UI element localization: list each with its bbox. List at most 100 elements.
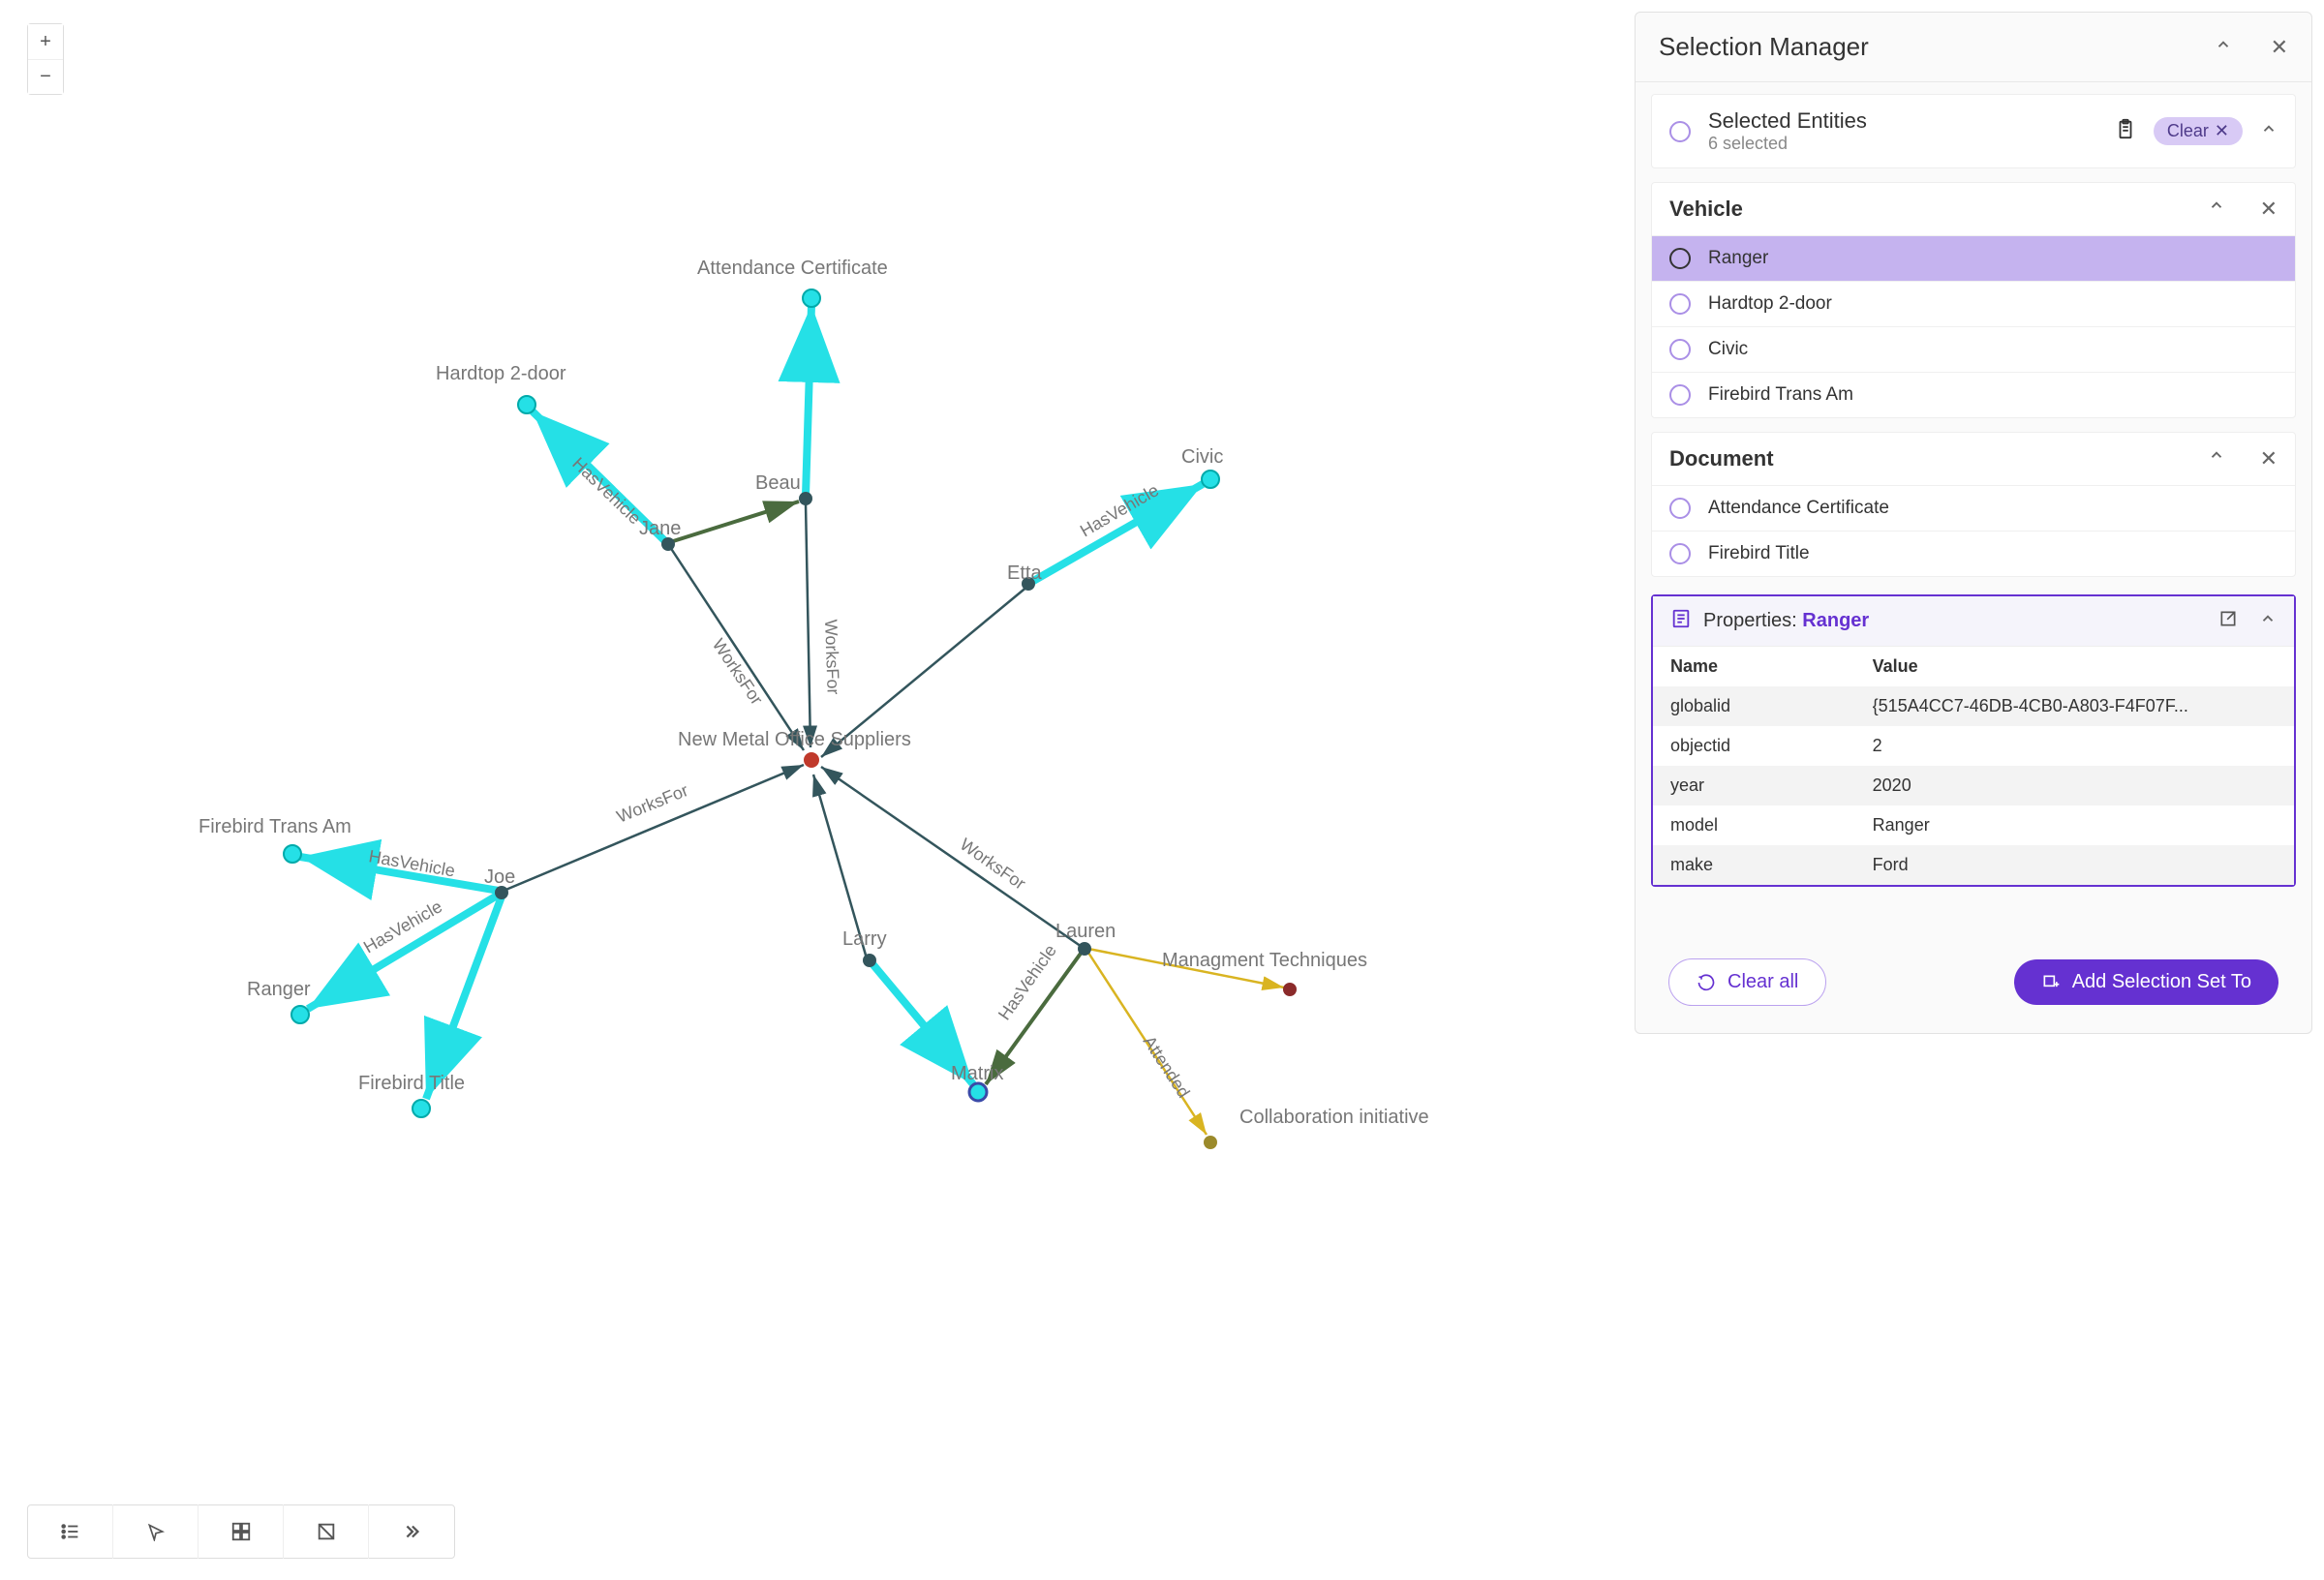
panel-header: Selection Manager ✕ <box>1636 13 2311 82</box>
clear-label: Clear <box>2167 121 2209 141</box>
properties-icon <box>1670 608 1692 634</box>
clipboard-button[interactable] <box>2115 118 2136 144</box>
section-document-title: Document <box>1669 446 1774 471</box>
selected-entities-header: Selected Entities 6 selected Clear ✕ <box>1651 94 2296 168</box>
edge-label: Attended <box>1140 1032 1194 1101</box>
vehicle-item-civic[interactable]: Civic <box>1652 326 2295 372</box>
node-label: Etta <box>1007 562 1042 584</box>
radio-icon <box>1669 293 1691 315</box>
node-label: Beau <box>755 472 801 494</box>
property-name: model <box>1670 815 1873 836</box>
radio-icon <box>1669 121 1691 142</box>
property-row: globalid {515A4CC7-46DB-4CB0-A803-F4F07F… <box>1653 686 2294 726</box>
collapse-vehicle-button[interactable] <box>2208 197 2225 222</box>
node-label: Civic <box>1181 446 1223 468</box>
item-label: Civic <box>1708 339 1748 360</box>
graph-canvas[interactable]: WorksFor WorksFor WorksFor WorksFor HasV… <box>0 0 1607 1580</box>
property-row: model Ranger <box>1653 805 2294 845</box>
property-value: Ford <box>1873 855 2277 875</box>
node-label: Hardtop 2-door <box>436 363 566 384</box>
selection-manager-panel: Selection Manager ✕ Selected Entities 6 … <box>1635 12 2312 1034</box>
clipboard-icon <box>2115 118 2136 139</box>
radio-icon <box>1669 248 1691 269</box>
clear-all-button[interactable]: Clear all <box>1668 958 1826 1006</box>
section-vehicle: Vehicle ✕ Ranger Hardtop 2-door Civic <box>1651 182 2296 418</box>
add-selection-label: Add Selection Set To <box>2072 971 2251 993</box>
properties-table: Name Value globalid {515A4CC7-46DB-4CB0-… <box>1653 646 2294 885</box>
item-label: Firebird Trans Am <box>1708 384 1853 406</box>
property-row: objectid 2 <box>1653 726 2294 766</box>
vehicle-item-hardtop[interactable]: Hardtop 2-door <box>1652 281 2295 326</box>
document-item-attendance[interactable]: Attendance Certificate <box>1652 485 2295 531</box>
node-label: Jane <box>639 518 681 539</box>
cursor-icon <box>146 1522 166 1541</box>
close-panel-button[interactable]: ✕ <box>2271 35 2288 60</box>
panel-footer: Clear all Add Selection Set To <box>1651 935 2296 1033</box>
node-label: Lauren <box>1055 921 1116 942</box>
chevron-up-icon <box>2259 610 2277 627</box>
close-vehicle-button[interactable]: ✕ <box>2260 197 2278 222</box>
collapse-properties-button[interactable] <box>2259 610 2277 632</box>
node-label: Attendance Certificate <box>697 258 888 279</box>
collapse-document-button[interactable] <box>2208 446 2225 471</box>
property-name: year <box>1670 775 1873 796</box>
properties-panel: Properties: Ranger Name Value glo <box>1651 594 2296 887</box>
item-label: Ranger <box>1708 248 1768 269</box>
geometry-icon <box>316 1521 337 1542</box>
clear-all-label: Clear all <box>1728 971 1798 993</box>
chevron-up-icon <box>2208 197 2225 214</box>
collapse-panel-button[interactable] <box>2215 36 2232 58</box>
close-icon: ✕ <box>2215 121 2229 141</box>
panel-title: Selection Manager <box>1659 32 1869 62</box>
radio-icon <box>1669 339 1691 360</box>
node-label: Ranger <box>247 979 311 1000</box>
vehicle-item-ranger[interactable]: Ranger <box>1652 235 2295 281</box>
node-label: Matrix <box>951 1063 1003 1084</box>
popout-button[interactable] <box>2218 609 2238 633</box>
toolbar-list-button[interactable] <box>28 1504 113 1559</box>
clear-selection-button[interactable]: Clear ✕ <box>2154 117 2243 145</box>
property-value: {515A4CC7-46DB-4CB0-A803-F4F07F... <box>1873 696 2277 716</box>
toolbar-geometry-button[interactable] <box>284 1504 369 1559</box>
toolbar-cursor-button[interactable] <box>113 1504 199 1559</box>
property-value: 2020 <box>1873 775 2277 796</box>
add-icon <box>2041 973 2061 992</box>
item-label: Hardtop 2-door <box>1708 293 1832 315</box>
node-label: New Metal Office Suppliers <box>678 729 911 750</box>
col-value: Value <box>1873 656 2277 677</box>
properties-title: Properties: Ranger <box>1703 610 1869 632</box>
item-label: Firebird Title <box>1708 543 1810 564</box>
close-document-button[interactable]: ✕ <box>2260 446 2278 471</box>
vehicle-item-firebird[interactable]: Firebird Trans Am <box>1652 372 2295 417</box>
select-group-icon <box>230 1521 252 1542</box>
chevron-up-icon <box>2208 446 2225 464</box>
section-vehicle-title: Vehicle <box>1669 197 1743 222</box>
chevrons-right-icon <box>401 1521 422 1542</box>
add-selection-set-button[interactable]: Add Selection Set To <box>2014 959 2278 1005</box>
properties-entity-name: Ranger <box>1802 610 1869 631</box>
col-name: Name <box>1670 656 1873 677</box>
collapse-section-button[interactable] <box>2260 120 2278 142</box>
popout-icon <box>2218 609 2238 628</box>
toolbar-select-group-button[interactable] <box>199 1504 284 1559</box>
node-label: Firebird Title <box>358 1073 465 1094</box>
section-document: Document ✕ Attendance Certificate Firebi… <box>1651 432 2296 577</box>
list-icon <box>60 1521 81 1542</box>
property-value: 2 <box>1873 736 2277 756</box>
toolbar-more-button[interactable] <box>369 1504 454 1559</box>
radio-icon <box>1669 498 1691 519</box>
property-value: Ranger <box>1873 815 2277 836</box>
property-name: objectid <box>1670 736 1873 756</box>
edge-label: WorksFor <box>614 780 691 827</box>
node-label: Firebird Trans Am <box>199 816 352 837</box>
property-name: globalid <box>1670 696 1873 716</box>
node-label: Larry <box>842 928 887 950</box>
chevron-up-icon <box>2260 120 2278 137</box>
property-name: make <box>1670 855 1873 875</box>
node-label: Collaboration initiative <box>1239 1107 1429 1128</box>
node-label: Managment Techniques <box>1162 950 1367 971</box>
radio-icon <box>1669 543 1691 564</box>
chevron-up-icon <box>2215 36 2232 53</box>
document-item-firebird-title[interactable]: Firebird Title <box>1652 531 2295 576</box>
bottom-toolbar <box>27 1504 455 1559</box>
